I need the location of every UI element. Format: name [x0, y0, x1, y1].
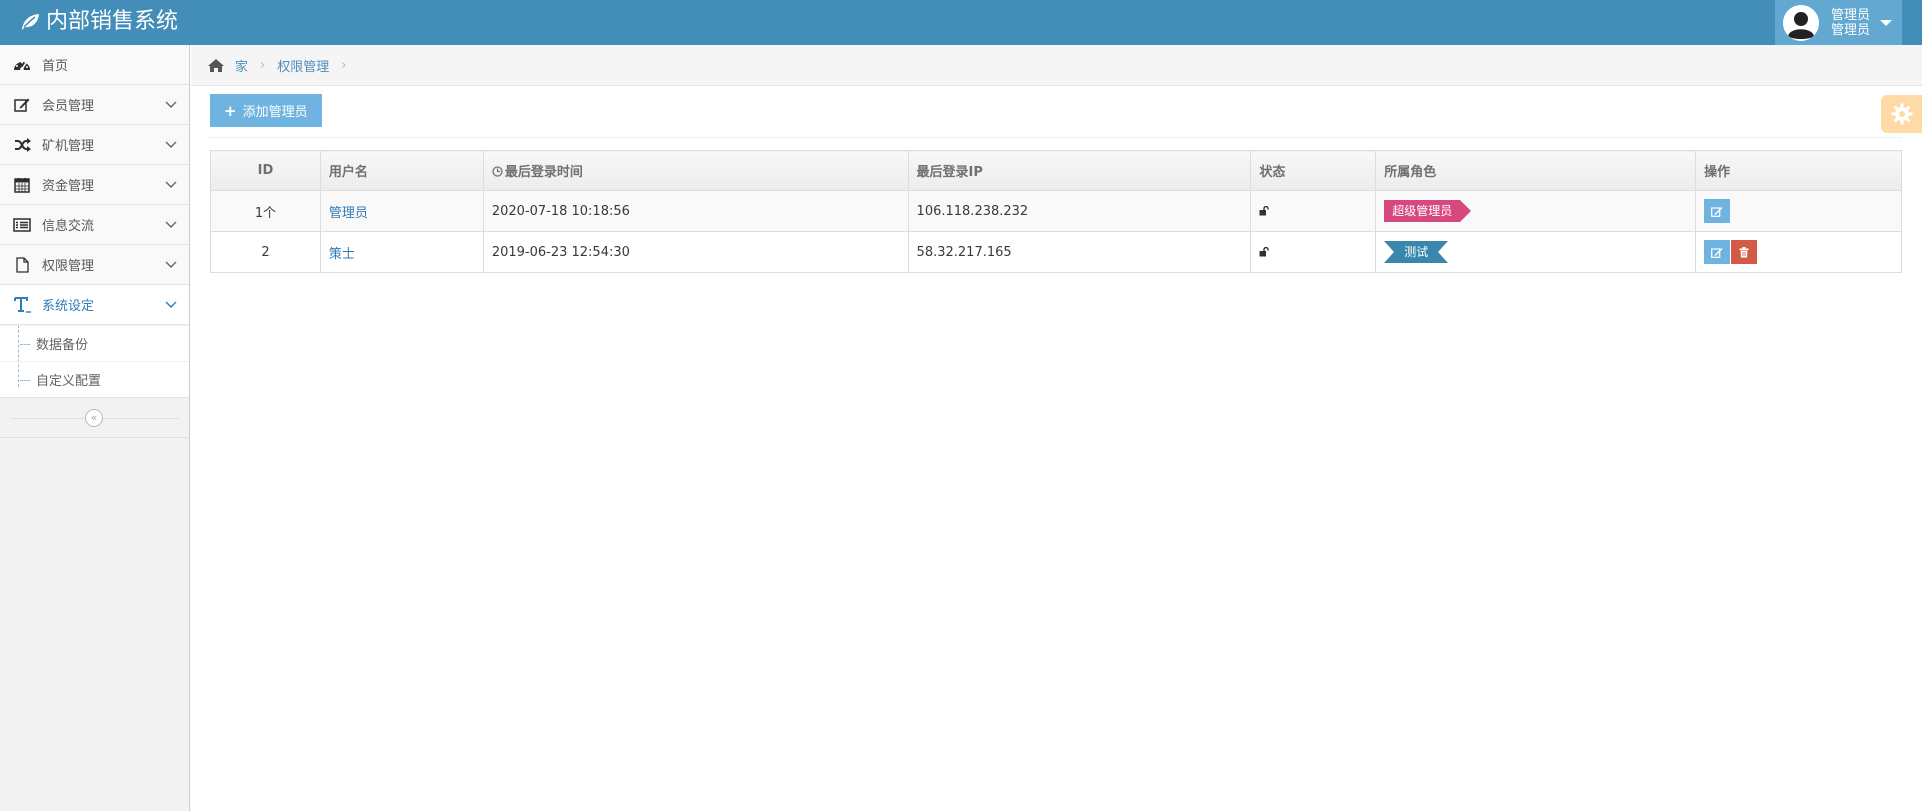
cell-status	[1250, 190, 1377, 232]
table-row: 1个 管理员 2020-07-18 10:18:56 106.118.238.2…	[210, 190, 1902, 232]
delete-button[interactable]	[1731, 240, 1758, 264]
submenu-system-settings: 数据备份 自定义配置	[0, 325, 189, 398]
edit-icon	[11, 97, 33, 113]
column-header-role[interactable]: 所属角色	[1375, 150, 1697, 191]
sidebar-item-label: 资金管理	[42, 179, 95, 194]
column-header-id[interactable]: ID	[210, 150, 321, 191]
edit-button[interactable]	[1704, 199, 1731, 223]
sidebar-item-messages[interactable]: 信息交流	[0, 205, 189, 245]
cell-last-login: 2020-07-18 10:18:56	[482, 190, 909, 232]
chevron-down-icon	[165, 181, 177, 188]
cell-last-ip: 106.118.238.232	[907, 190, 1252, 232]
gear-icon	[1891, 103, 1912, 125]
cell-last-ip: 58.32.217.165	[907, 231, 1252, 273]
cell-id: 2	[210, 231, 321, 273]
calendar-icon	[11, 177, 33, 193]
sidebar-item-label: 首页	[42, 59, 69, 74]
edit-icon	[1711, 206, 1723, 217]
cell-username: 管理员	[319, 190, 484, 232]
add-admin-label: 添加管理员	[242, 105, 308, 120]
column-header-last-login-label: 最后登录时间	[504, 165, 583, 180]
unlock-icon	[1259, 206, 1270, 216]
submenu-item-custom-config[interactable]: 自定义配置	[0, 361, 189, 397]
sidebar-item-label: 矿机管理	[42, 139, 95, 154]
cell-username: 策士	[319, 231, 484, 273]
unlock-icon	[1259, 247, 1270, 257]
sidebar-collapse-bar: «	[0, 398, 189, 438]
settings-toggle-button[interactable]	[1881, 95, 1922, 133]
username-link[interactable]: 管理员	[329, 206, 368, 221]
chevron-down-icon	[165, 221, 177, 228]
clock-icon	[492, 166, 503, 177]
breadcrumb: 家 › 权限管理 ›	[191, 45, 1922, 86]
column-header-actions: 操作	[1695, 150, 1902, 191]
submenu-item-data-backup[interactable]: 数据备份	[0, 325, 189, 361]
submenu-item-label: 自定义配置	[36, 374, 102, 389]
sidebar-item-permissions[interactable]: 权限管理	[0, 245, 189, 285]
cell-actions	[1695, 231, 1902, 273]
text-icon	[11, 296, 33, 313]
chevron-down-icon	[165, 141, 177, 148]
user-avatar-icon	[1783, 4, 1819, 41]
cell-last-login: 2019-06-23 12:54:30	[482, 231, 909, 273]
column-header-last-login[interactable]: 最后登录时间	[482, 150, 909, 191]
add-admin-button[interactable]: + 添加管理员	[210, 94, 322, 127]
sidebar-item-label: 系统设定	[42, 299, 95, 314]
breadcrumb-separator: ›	[260, 57, 266, 73]
edit-button[interactable]	[1704, 240, 1731, 264]
edit-icon	[1711, 247, 1723, 258]
home-icon	[207, 58, 225, 73]
navbar: 内部销售系统 管理员 管理员	[0, 0, 1922, 45]
column-header-last-ip[interactable]: 最后登录IP	[907, 150, 1252, 191]
collapse-sidebar-button[interactable]: «	[85, 409, 103, 427]
column-header-status[interactable]: 状态	[1250, 150, 1377, 191]
user-name-line1: 管理员	[1831, 7, 1871, 23]
file-icon	[11, 256, 33, 273]
user-name: 管理员 管理员	[1831, 8, 1870, 38]
avatar	[1783, 4, 1819, 41]
sidebar-item-funds[interactable]: 资金管理	[0, 165, 189, 205]
chevron-down-icon	[165, 261, 177, 268]
sidebar-item-system-settings[interactable]: 系统设定	[0, 285, 189, 325]
sidebar-item-label: 会员管理	[42, 99, 95, 114]
plus-icon: +	[224, 101, 237, 120]
list-alt-icon	[11, 217, 33, 233]
table-header-row: ID 用户名 最后登录时间 最后登录IP 状态 所属角色 操作	[210, 150, 1902, 191]
sidebar-item-members[interactable]: 会员管理	[0, 85, 189, 125]
sidebar-item-miners[interactable]: 矿机管理	[0, 125, 189, 165]
breadcrumb-separator: ›	[341, 57, 347, 73]
brand[interactable]: 内部销售系统	[20, 8, 178, 36]
cell-actions	[1695, 190, 1902, 232]
cell-id: 1个	[210, 190, 321, 232]
trash-icon	[1739, 246, 1749, 257]
cell-status	[1250, 231, 1377, 273]
leaf-icon	[22, 14, 39, 30]
caret-down-icon	[1880, 19, 1893, 26]
page-toolbar: + 添加管理员	[210, 86, 1902, 138]
role-badge: 测试	[1384, 241, 1449, 263]
user-name-line2: 管理员	[1831, 22, 1871, 38]
submenu-item-label: 数据备份	[36, 338, 89, 353]
admin-table: ID 用户名 最后登录时间 最后登录IP 状态 所属角色 操作 1个 管理员 2…	[210, 150, 1902, 273]
breadcrumb-home[interactable]: 家	[235, 56, 248, 75]
table-row: 2 策士 2019-06-23 12:54:30 58.32.217.165 测…	[210, 231, 1902, 273]
user-menu[interactable]: 管理员 管理员	[1775, 0, 1902, 45]
cell-role: 测试	[1375, 231, 1697, 273]
chevron-down-icon	[165, 101, 177, 108]
username-link[interactable]: 策士	[329, 247, 355, 262]
sidebar: 首页 会员管理 矿机管理 资金管理 信息交流 权限管理 系统设定 数据备份 自定…	[0, 45, 190, 811]
breadcrumb-current[interactable]: 权限管理	[277, 56, 329, 75]
column-header-username[interactable]: 用户名	[319, 150, 484, 191]
sidebar-item-label: 信息交流	[42, 219, 95, 234]
role-badge: 超级管理员	[1384, 200, 1472, 222]
sidebar-item-label: 权限管理	[42, 259, 95, 274]
chevron-down-icon	[165, 301, 177, 308]
cell-role: 超级管理员	[1375, 190, 1697, 232]
random-icon	[11, 137, 33, 153]
sidebar-item-home[interactable]: 首页	[0, 45, 189, 85]
dashboard-icon	[11, 57, 33, 73]
app-title: 内部销售系统	[46, 9, 179, 34]
